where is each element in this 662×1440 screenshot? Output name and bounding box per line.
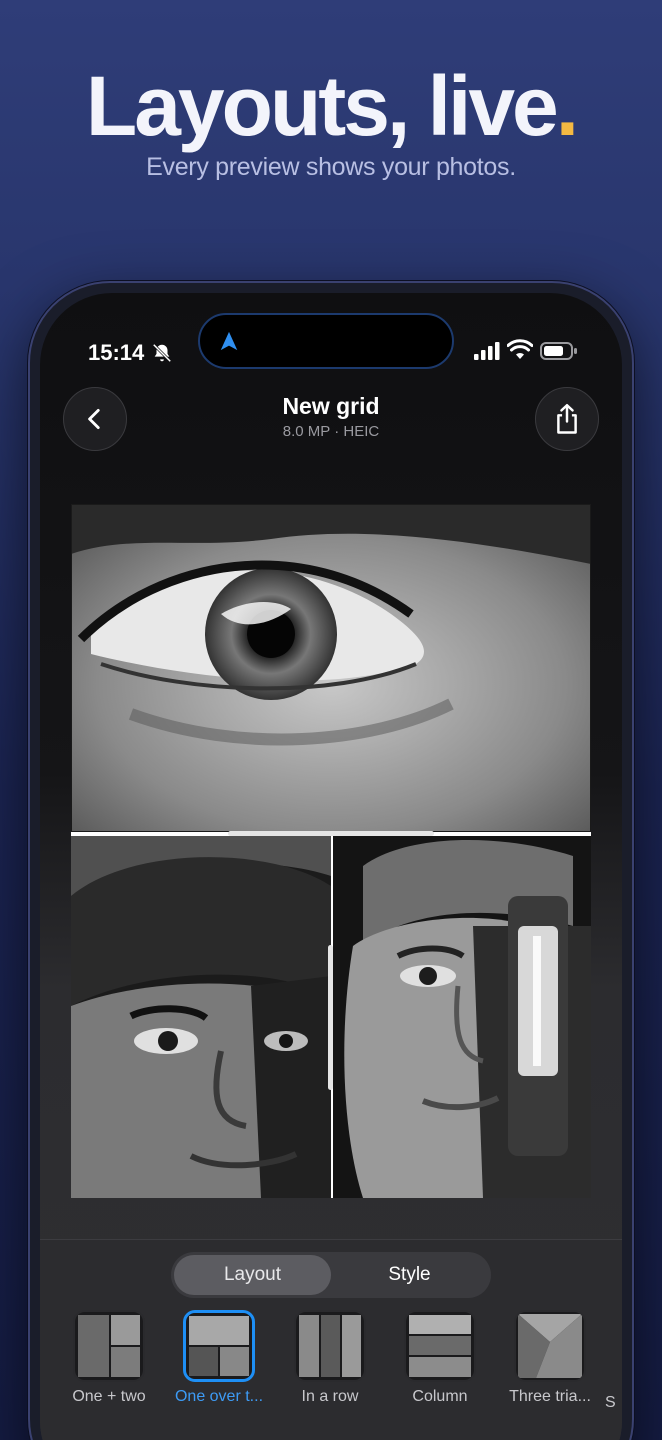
share-button[interactable] [535,387,599,451]
layout-thumbnail-selected [183,1310,255,1382]
phone-frame: 15:14 New grid 8.0 MP · HEIC Layout Styl… [28,281,634,1440]
share-icon [557,403,577,434]
segment-style[interactable]: Style [331,1255,488,1295]
layout-label: In a row [301,1388,359,1405]
layout-label: Three tria... [509,1388,591,1405]
layout-thumbnail [404,1310,476,1382]
photo-face-left[interactable] [71,836,331,1198]
location-arrow-icon [220,331,238,351]
layout-thumbnail [294,1310,366,1382]
layout-style-segment: Layout Style [171,1252,491,1298]
battery-icon [540,342,577,360]
layout-label: Column [412,1388,468,1405]
layout-option-in-a-row[interactable]: In a row [275,1310,385,1406]
layout-label: One + two [72,1388,146,1405]
hero-title-dot: . [555,59,579,153]
hero-subtitle: Every preview shows your photos. [146,153,516,181]
face-right-photo-image [333,836,591,1198]
segment-layout[interactable]: Layout [174,1255,331,1295]
status-time: 15:14 [88,340,145,365]
dynamic-island [198,313,454,369]
eye-photo-image [71,504,591,832]
phone-screen: 15:14 New grid 8.0 MP · HEIC Layout Styl… [40,293,622,1440]
layout-picker: One + two One over t... In a row Column … [40,1310,622,1412]
layout-label: S [605,1394,616,1411]
face-left-photo-image [71,836,331,1198]
layout-option-partial[interactable]: S [605,1310,622,1412]
hero-title: Layouts, live. [85,59,579,153]
layout-option-three-triangles[interactable]: Three tria... [495,1310,605,1406]
vertical-divider-handle[interactable] [328,945,333,1090]
layout-option-one-over-two[interactable]: One over t... [164,1310,274,1406]
photo-eye[interactable] [71,504,591,832]
wifi-icon [507,339,533,359]
horizontal-divider-handle[interactable] [228,831,434,836]
layout-label: One over t... [174,1388,264,1405]
bottom-panel: Layout Style One + two One over t... In … [40,1239,622,1440]
layout-option-column[interactable]: Column [385,1310,495,1406]
bell-slash-icon [152,343,172,363]
layout-thumbnail [514,1310,586,1382]
cellular-signal-icon [474,342,500,360]
photo-face-right[interactable] [333,836,591,1198]
collage-canvas[interactable] [71,504,591,1198]
layout-thumbnail [73,1310,145,1382]
layout-option-one-plus-two[interactable]: One + two [54,1310,164,1406]
